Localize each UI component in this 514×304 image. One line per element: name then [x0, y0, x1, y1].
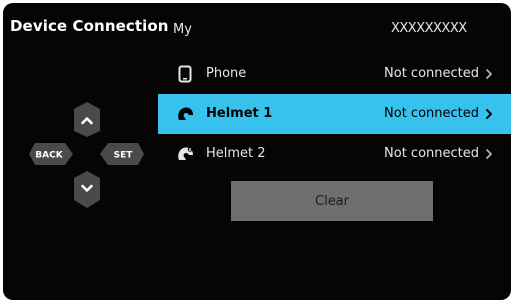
device-status: Not connected [384, 146, 479, 161]
chevron-right-icon [486, 69, 492, 79]
dpad-down-button[interactable] [74, 171, 100, 208]
back-button-label: BACK [35, 151, 63, 161]
my-label: My [173, 22, 192, 37]
chevron-right-icon [486, 109, 492, 119]
device-label: Helmet 1 [206, 106, 273, 121]
device-row-helmet-1[interactable]: Helmet 1 Not connected [158, 94, 511, 134]
back-button[interactable]: BACK [29, 143, 73, 165]
device-label: Phone [206, 66, 247, 81]
clear-button[interactable]: Clear [231, 181, 433, 221]
device-connection-screen: Device Connection My XXXXXXXXX BACK SET [3, 3, 511, 300]
device-status: Not connected [384, 66, 479, 81]
device-row-helmet-2[interactable]: Helmet 2 Not connected [158, 134, 511, 174]
phone-icon [176, 65, 194, 83]
set-button-label: SET [114, 151, 134, 161]
device-status: Not connected [384, 106, 479, 121]
dpad: BACK SET [29, 102, 144, 208]
helmet-2-icon [176, 145, 194, 163]
device-label: Helmet 2 [206, 146, 266, 161]
dpad-up-button[interactable] [74, 102, 100, 137]
set-button[interactable]: SET [100, 143, 144, 165]
device-row-phone[interactable]: Phone Not connected [158, 54, 511, 94]
helmet-1-icon [176, 105, 194, 123]
chevron-right-icon [486, 149, 492, 159]
device-id: XXXXXXXXX [391, 21, 467, 36]
device-list: Phone Not connected Helmet 1 Not connect… [158, 54, 511, 174]
